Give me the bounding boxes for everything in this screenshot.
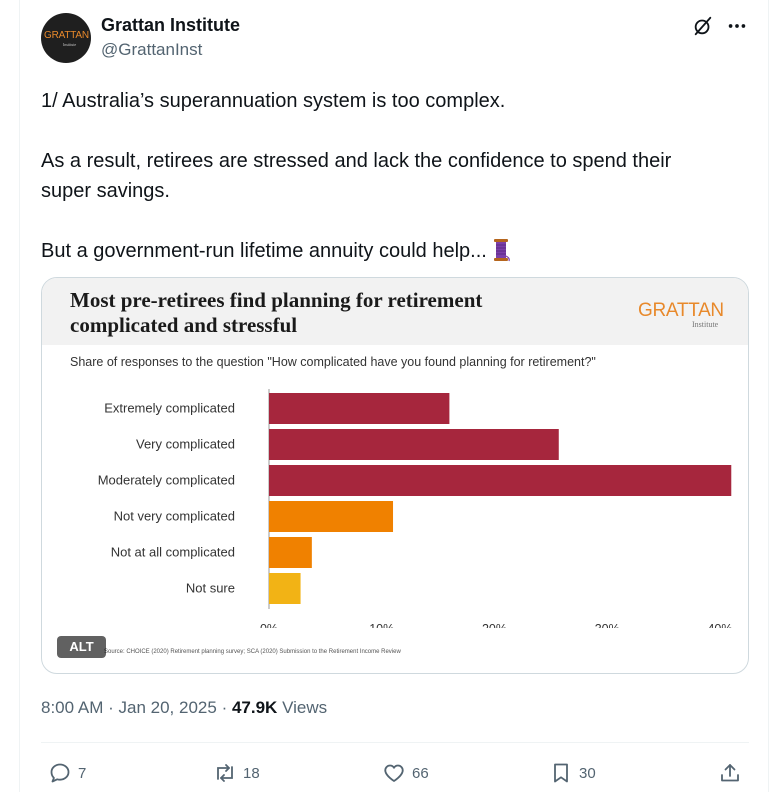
x-tick-label: 0% xyxy=(260,622,278,628)
chart-image[interactable]: Most pre-retirees find planning for reti… xyxy=(41,277,749,674)
tweet-line-2: As a result, retirees are stressed and l… xyxy=(41,150,672,172)
tweet-line-4: But a government-run lifetime annuity co… xyxy=(41,236,741,266)
bar-chart: Extremely complicated Very complicated Mod… xyxy=(98,389,733,628)
author-name[interactable]: Grattan Institute xyxy=(101,15,240,36)
spool-of-thread-icon xyxy=(491,238,511,262)
heart-icon xyxy=(384,764,404,782)
tweet-line-3: super savings. xyxy=(41,180,170,202)
like-button[interactable]: 66 xyxy=(382,758,429,788)
grattan-logo: GRATTAN xyxy=(638,300,724,321)
bookmark-button[interactable]: 30 xyxy=(549,758,596,788)
bar xyxy=(269,465,732,496)
tweet-date[interactable]: Jan 20, 2025 xyxy=(119,698,217,717)
reply-icon xyxy=(50,763,70,783)
x-tick-label: 10% xyxy=(369,622,394,628)
tweet-time[interactable]: 8:00 AM xyxy=(41,698,103,717)
bar xyxy=(269,537,312,568)
alt-button[interactable]: ALT xyxy=(57,636,106,658)
category-label: Not sure xyxy=(186,581,235,596)
chart-question: Share of responses to the question "How … xyxy=(70,355,596,369)
repost-icon xyxy=(217,764,233,782)
action-bar: 7 18 66 30 xyxy=(20,758,770,788)
chart-title-line-1: Most pre-retirees find planning for reti… xyxy=(70,288,483,312)
divider xyxy=(41,742,749,743)
reply-button[interactable]: 7 xyxy=(48,758,86,788)
bar xyxy=(269,393,450,424)
grok-icon[interactable] xyxy=(692,15,714,37)
avatar[interactable]: GRATTAN Institute xyxy=(41,13,91,63)
category-label: Not very complicated xyxy=(114,509,235,524)
grattan-logo-subtext: Institute xyxy=(692,320,719,329)
more-options-icon[interactable] xyxy=(726,15,748,37)
avatar-logo-text: GRATTAN xyxy=(44,30,89,41)
category-label: Moderately complicated xyxy=(98,473,235,488)
tweet-line-4-text: But a government-run lifetime annuity co… xyxy=(41,240,487,262)
chart-title-line-2: complicated and stressful xyxy=(70,313,298,337)
x-tick-label: 20% xyxy=(482,622,507,628)
share-icon xyxy=(721,764,739,782)
tweet-meta: 8:00 AM · Jan 20, 2025 · 47.9K Views xyxy=(41,698,327,718)
x-tick-label: 40% xyxy=(707,622,732,628)
repost-count: 18 xyxy=(243,764,260,782)
tweet-line-1: 1/ Australia’s superannuation system is … xyxy=(41,90,506,112)
chart-title: Most pre-retirees find planning for reti… xyxy=(70,288,610,338)
category-label: Very complicated xyxy=(136,437,235,452)
x-tick-label: 30% xyxy=(595,622,620,628)
author-handle[interactable]: @GrattanInst xyxy=(101,40,202,60)
meta-separator: · xyxy=(108,698,114,717)
bar xyxy=(269,573,301,604)
tweet-text: 1/ Australia’s superannuation system is … xyxy=(41,86,741,266)
reply-count: 7 xyxy=(78,764,87,782)
like-count: 66 xyxy=(412,764,429,782)
views-label: Views xyxy=(282,698,328,717)
category-label: Extremely complicated xyxy=(104,401,235,416)
repost-button[interactable]: 18 xyxy=(213,758,260,788)
tweet: GRATTAN Institute Grattan Institute @Gra… xyxy=(19,0,769,792)
avatar-logo-subtext: Institute xyxy=(63,42,77,47)
chart-header: Most pre-retirees find planning for reti… xyxy=(42,278,748,345)
bookmark-count: 30 xyxy=(579,764,596,782)
category-label: Not at all complicated xyxy=(111,545,235,560)
chart-source: Source: CHOICE (2020) Retirement plannin… xyxy=(104,649,401,655)
meta-separator: · xyxy=(221,698,228,717)
bookmark-icon xyxy=(554,763,568,783)
share-button[interactable] xyxy=(718,758,742,788)
views-count: 47.9K xyxy=(231,698,278,717)
bar xyxy=(269,501,394,532)
bar xyxy=(269,429,559,460)
